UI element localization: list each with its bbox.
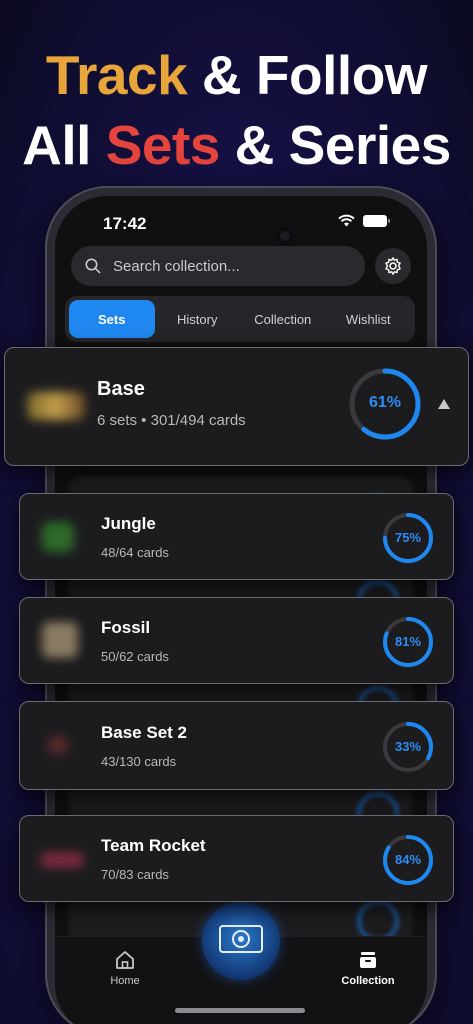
headline: Track & Follow All Sets & Series: [0, 40, 473, 180]
tab-collection[interactable]: Collection: [240, 300, 326, 338]
set-title: Base Set 2: [101, 723, 187, 742]
gear-icon: [385, 257, 401, 275]
set-logo: [42, 522, 74, 552]
set-card[interactable]: Base Set 2 43/130 cards 33%: [19, 701, 454, 790]
headline-line-2: All Sets & Series: [22, 114, 451, 176]
series-card[interactable]: Base 6 sets • 301/494 cards 61%: [4, 347, 469, 466]
front-camera: [276, 227, 294, 245]
home-icon: [116, 951, 134, 969]
status-icons: [338, 214, 390, 227]
search-input[interactable]: [113, 257, 343, 275]
series-progress-ring: 61%: [347, 366, 423, 442]
set-progress-ring: 81%: [381, 615, 435, 669]
set-card[interactable]: Fossil 50/62 cards 81%: [19, 597, 454, 684]
tab-bar: Sets History Collection Wishlist: [65, 296, 415, 342]
series-percent: 61%: [368, 394, 402, 411]
nav-collection[interactable]: Collection: [337, 949, 399, 987]
set-logo: [42, 622, 78, 658]
tab-history[interactable]: History: [155, 300, 241, 338]
nav-collection-label: Collection: [341, 975, 395, 987]
nav-home-label: Home: [110, 975, 140, 987]
nav-home[interactable]: Home: [103, 949, 147, 987]
set-title: Fossil: [101, 618, 151, 637]
set-progress-ring: 33%: [381, 720, 435, 774]
tab-wishlist[interactable]: Wishlist: [326, 300, 412, 338]
series-subtitle: 6 sets • 301/494 cards: [97, 412, 246, 429]
set-percent: 75%: [394, 530, 422, 545]
set-subtitle: 43/130 cards: [101, 754, 177, 769]
set-card[interactable]: Team Rocket 70/83 cards 84%: [19, 815, 454, 902]
set-percent: 33%: [394, 739, 422, 754]
scan-button[interactable]: [202, 902, 280, 980]
set-logo: [48, 736, 68, 754]
headline-line-1: Track & Follow: [45, 44, 428, 106]
set-progress-ring: 84%: [381, 833, 435, 887]
set-percent: 81%: [394, 634, 422, 649]
set-title: Jungle: [101, 514, 156, 533]
search-icon: [85, 258, 101, 274]
status-time: 17:42: [103, 214, 147, 233]
chevron-up-icon[interactable]: [437, 398, 451, 410]
series-logo: [27, 392, 85, 420]
tab-sets[interactable]: Sets: [69, 300, 155, 338]
wifi-icon: [338, 214, 355, 227]
set-progress-ring: 75%: [381, 511, 435, 565]
search-bar[interactable]: [71, 246, 365, 286]
set-percent: 84%: [394, 852, 422, 867]
battery-icon: [363, 214, 390, 227]
set-subtitle: 50/62 cards: [101, 649, 169, 664]
camera-scan-icon: [219, 925, 263, 953]
set-card[interactable]: Jungle 48/64 cards 75%: [19, 493, 454, 580]
series-title: Base: [97, 378, 145, 400]
home-indicator: [175, 1008, 305, 1013]
set-subtitle: 70/83 cards: [101, 867, 169, 882]
set-logo: [40, 852, 84, 868]
collection-icon: [360, 952, 376, 968]
set-subtitle: 48/64 cards: [101, 545, 169, 560]
set-title: Team Rocket: [101, 836, 206, 855]
settings-button[interactable]: [375, 248, 411, 284]
